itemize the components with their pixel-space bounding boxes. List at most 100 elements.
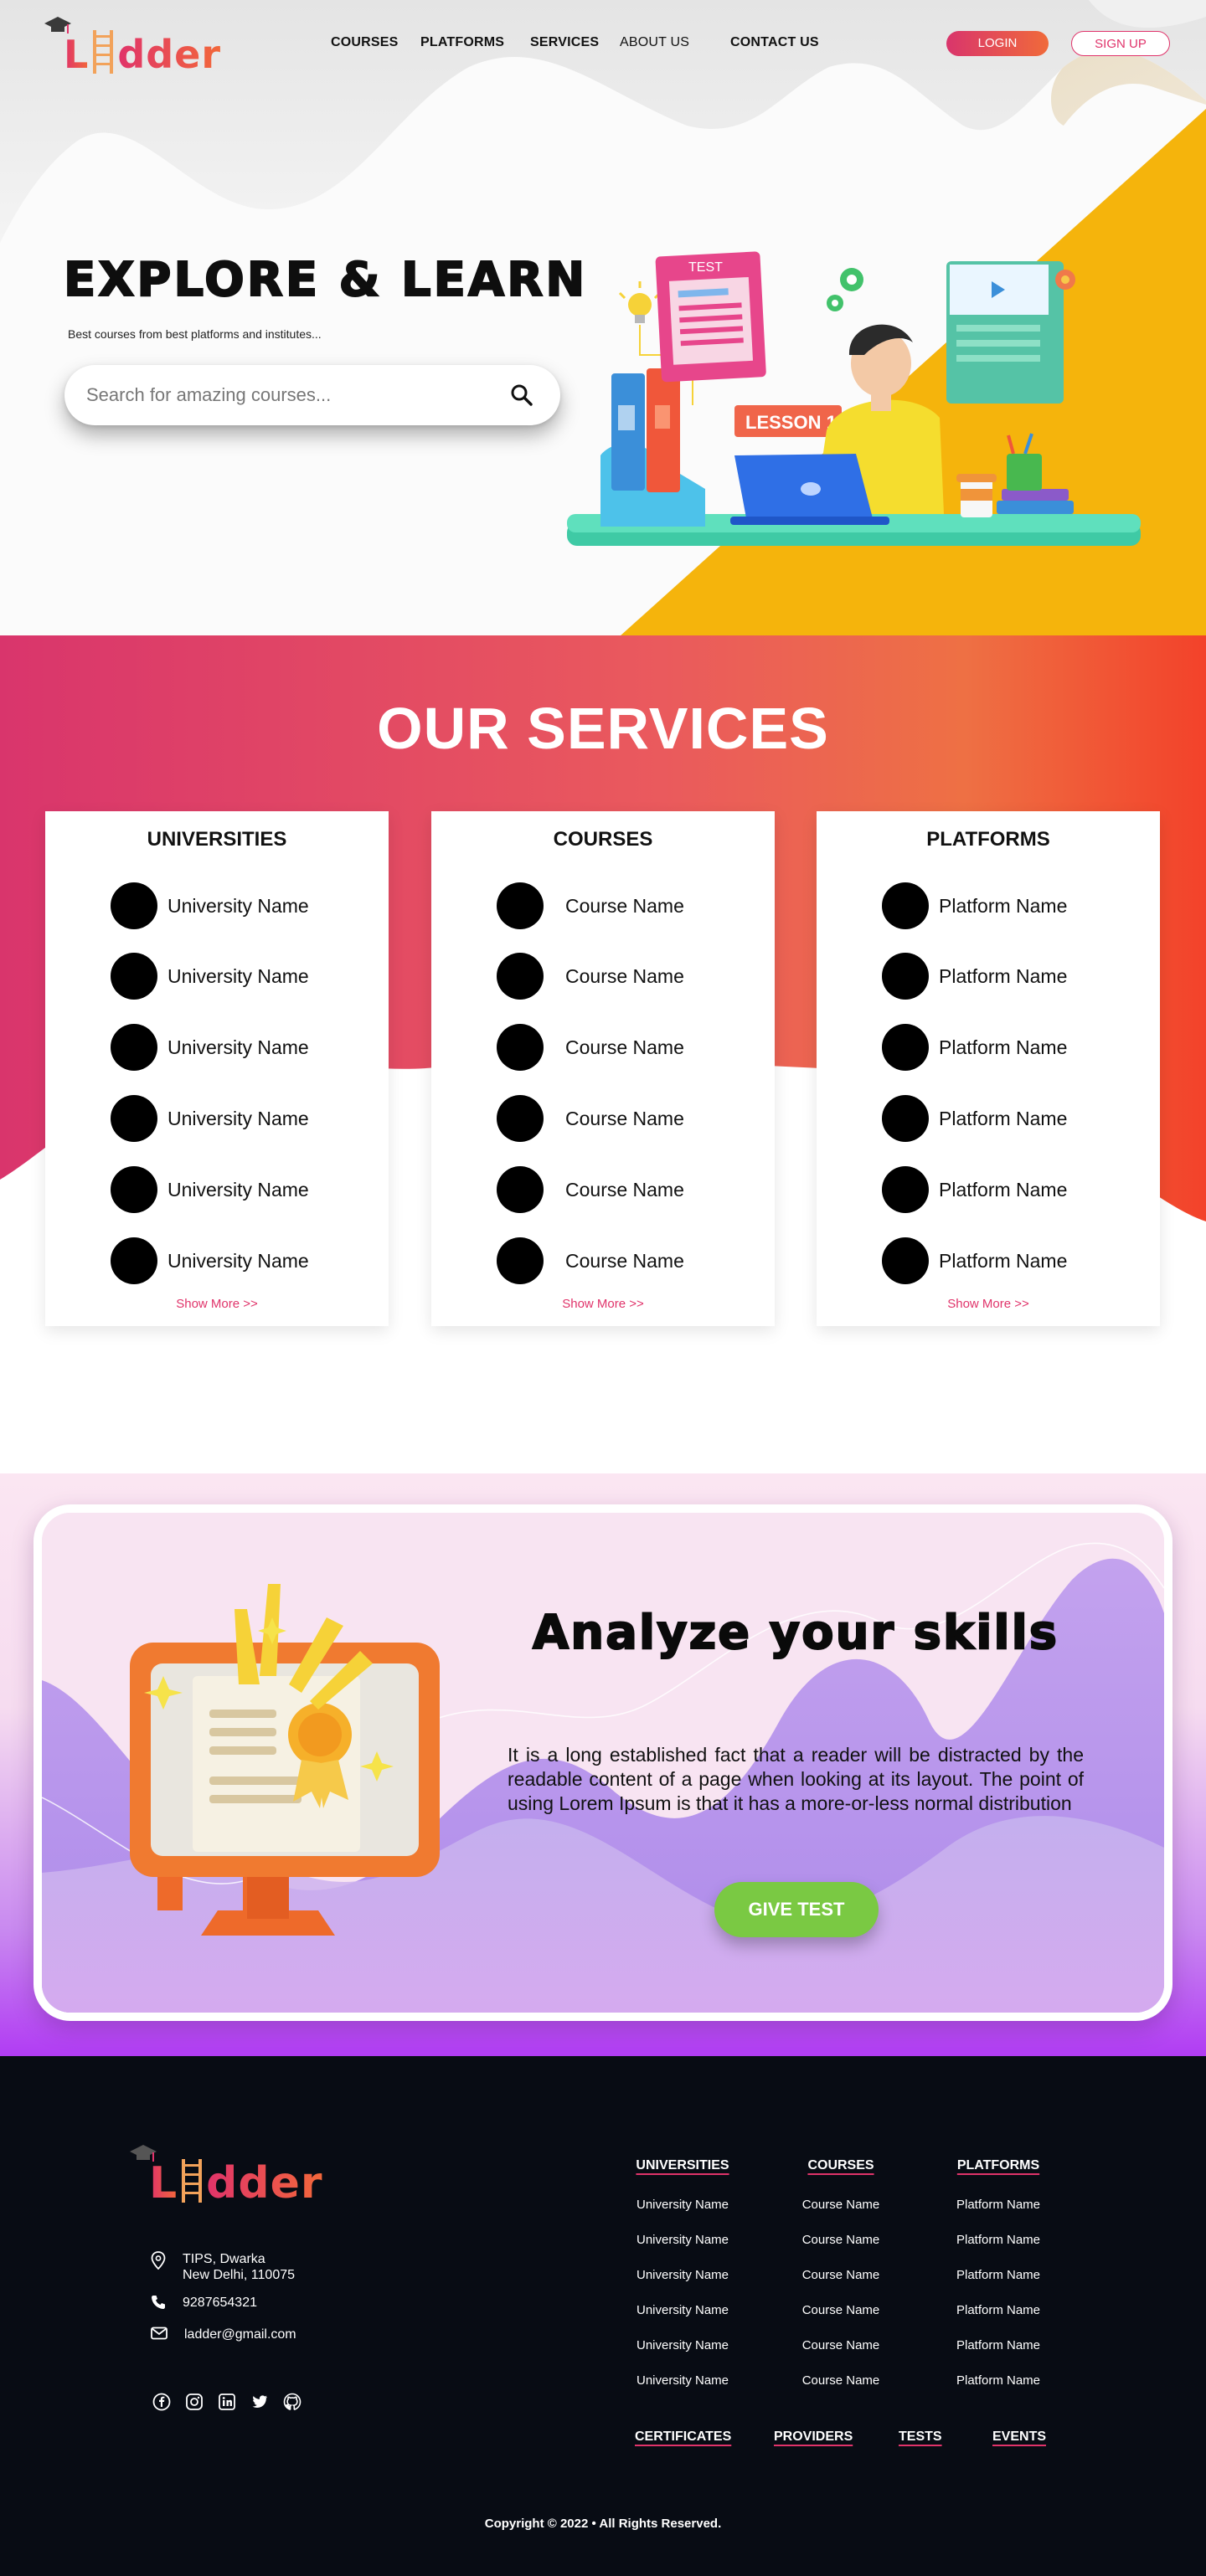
footer-address: TIPS, Dwarka New Delhi, 110075 — [151, 2251, 295, 2283]
item-logo-placeholder — [882, 1095, 929, 1142]
footer-link[interactable]: University Name — [590, 2268, 775, 2282]
nav-courses[interactable]: COURSES — [331, 35, 399, 50]
footer-link[interactable]: Course Name — [749, 2338, 933, 2352]
footer-link[interactable]: Course Name — [749, 2373, 933, 2388]
show-more-link[interactable]: Show More >> — [817, 1297, 1160, 1311]
footer-heading-courses[interactable]: COURSES — [749, 2158, 933, 2173]
list-item[interactable]: Course Name — [497, 1166, 756, 1213]
footer-link-events[interactable]: EVENTS — [992, 2429, 1046, 2445]
item-logo-placeholder — [111, 1095, 157, 1142]
card-title: UNIVERSITIES — [147, 828, 287, 851]
list-item[interactable]: University Name — [111, 1237, 370, 1284]
item-logo-placeholder — [497, 1024, 544, 1071]
footer-link[interactable]: Platform Name — [906, 2338, 1090, 2352]
twitter-icon[interactable] — [250, 2393, 269, 2411]
nav-about-us[interactable]: ABOUT US — [620, 35, 689, 50]
footer-link[interactable]: Course Name — [749, 2303, 933, 2317]
item-name: Course Name — [565, 1107, 684, 1129]
footer-link[interactable]: Platform Name — [906, 2303, 1090, 2317]
github-icon[interactable] — [283, 2393, 302, 2411]
give-test-button[interactable]: GIVE TEST — [714, 1882, 879, 1937]
item-name: University Name — [168, 1036, 309, 1058]
item-logo-placeholder — [882, 953, 929, 1000]
item-logo-placeholder — [882, 1024, 929, 1071]
list-item[interactable]: Platform Name — [882, 1166, 1142, 1213]
list-item[interactable]: Platform Name — [882, 1024, 1142, 1071]
footer-link[interactable]: Platform Name — [906, 2233, 1090, 2247]
list-item[interactable]: University Name — [111, 882, 370, 929]
show-more-link[interactable]: Show More >> — [431, 1297, 775, 1311]
social-links — [152, 2393, 302, 2411]
item-logo-placeholder — [111, 1237, 157, 1284]
hero-subtitle: Best courses from best platforms and ins… — [68, 327, 322, 341]
item-name: Course Name — [565, 1249, 684, 1272]
item-name: University Name — [168, 1249, 309, 1272]
list-item[interactable]: University Name — [111, 1024, 370, 1071]
item-name: Platform Name — [939, 1178, 1068, 1201]
footer-link[interactable]: University Name — [590, 2198, 775, 2212]
item-name: Platform Name — [939, 1107, 1068, 1129]
footer-link[interactable]: Course Name — [749, 2268, 933, 2282]
footer-phone[interactable]: 9287654321 — [151, 2295, 257, 2311]
footer-link[interactable]: Course Name — [749, 2233, 933, 2247]
list-item[interactable]: University Name — [111, 1095, 370, 1142]
footer-email[interactable]: ladder@gmail.com — [151, 2327, 296, 2342]
nav-contact-us[interactable]: CONTACT US — [730, 35, 819, 50]
footer-link[interactable]: University Name — [590, 2233, 775, 2247]
list-item[interactable]: Course Name — [497, 953, 756, 1000]
list-item[interactable]: Course Name — [497, 882, 756, 929]
footer-link[interactable]: Course Name — [749, 2198, 933, 2212]
copyright-text: Copyright © 2022 • All Rights Reserved. — [484, 2517, 722, 2531]
learning-illustration: TEST LESSON 1 — [567, 251, 1141, 546]
footer-link[interactable]: University Name — [590, 2373, 775, 2388]
list-item[interactable]: Platform Name — [882, 882, 1142, 929]
footer-brand-logo[interactable]: L dder — [129, 2143, 323, 2205]
footer-heading-platforms[interactable]: PLATFORMS — [906, 2158, 1090, 2173]
linkedin-icon[interactable] — [218, 2393, 236, 2411]
signup-button[interactable]: SIGN UP — [1071, 31, 1170, 56]
search-icon[interactable] — [509, 383, 534, 408]
nav-platforms[interactable]: PLATFORMS — [420, 35, 504, 50]
hero-section: L dder COURSES PLATFORMS SERVICES ABOUT … — [0, 0, 1206, 636]
item-name: University Name — [168, 964, 309, 987]
phone-icon — [152, 2296, 165, 2309]
card-title: COURSES — [553, 828, 653, 851]
list-item[interactable]: Platform Name — [882, 1095, 1142, 1142]
footer-heading-universities[interactable]: UNIVERSITIES — [590, 2158, 775, 2173]
list-item[interactable]: Course Name — [497, 1024, 756, 1071]
login-button[interactable]: LOGIN — [946, 31, 1049, 56]
item-logo-placeholder — [111, 1166, 157, 1213]
footer-link-tests[interactable]: TESTS — [899, 2429, 942, 2445]
facebook-icon[interactable] — [152, 2393, 171, 2411]
footer-link-providers[interactable]: PROVIDERS — [774, 2429, 853, 2445]
item-name: University Name — [168, 894, 309, 917]
list-item[interactable]: University Name — [111, 953, 370, 1000]
location-pin-icon — [151, 2251, 166, 2270]
footer-link[interactable]: Platform Name — [906, 2198, 1090, 2212]
footer-link[interactable]: Platform Name — [906, 2268, 1090, 2282]
item-logo-placeholder — [111, 953, 157, 1000]
footer-brand-letter-l: L — [149, 2158, 178, 2208]
list-item[interactable]: Course Name — [497, 1237, 756, 1284]
footer-link[interactable]: University Name — [590, 2338, 775, 2352]
illus-test-label: TEST — [688, 260, 723, 275]
item-logo-placeholder — [882, 1237, 929, 1284]
item-name: Platform Name — [939, 1249, 1068, 1272]
nav-services[interactable]: SERVICES — [530, 35, 599, 50]
instagram-icon[interactable] — [185, 2393, 204, 2411]
illus-lesson-label: LESSON 1 — [745, 412, 837, 433]
item-name: Course Name — [565, 1036, 684, 1058]
footer-link[interactable]: Platform Name — [906, 2373, 1090, 2388]
item-logo-placeholder — [497, 882, 544, 929]
list-item[interactable]: Platform Name — [882, 1237, 1142, 1284]
item-name: Platform Name — [939, 894, 1068, 917]
item-logo-placeholder — [882, 882, 929, 929]
footer-link-certificates[interactable]: CERTIFICATES — [635, 2429, 731, 2445]
show-more-link[interactable]: Show More >> — [45, 1297, 389, 1311]
list-item[interactable]: University Name — [111, 1166, 370, 1213]
list-item[interactable]: Course Name — [497, 1095, 756, 1142]
search-input[interactable] — [86, 365, 480, 425]
item-name: Course Name — [565, 964, 684, 987]
footer-link[interactable]: University Name — [590, 2303, 775, 2317]
list-item[interactable]: Platform Name — [882, 953, 1142, 1000]
